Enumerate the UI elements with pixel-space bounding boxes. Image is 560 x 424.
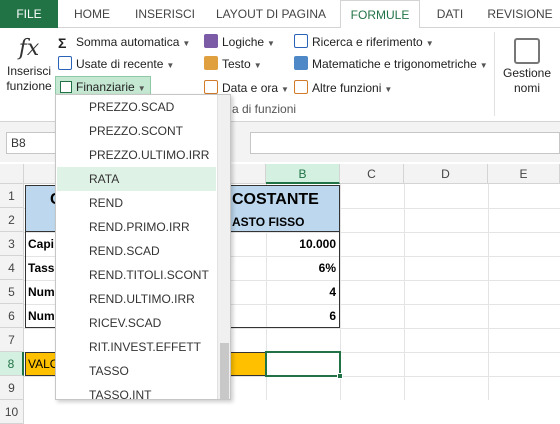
sigma-icon: Σ <box>58 35 67 51</box>
column-header-c[interactable]: C <box>340 164 404 184</box>
lookup-label: Ricerca e riferimento <box>312 35 423 49</box>
tab-page-layout[interactable]: LAYOUT DI PAGINA <box>208 0 334 28</box>
menu-item-rend-ultimo-irr[interactable]: REND.ULTIMO.IRR <box>57 287 216 311</box>
cell-b6[interactable]: 6 <box>268 304 336 328</box>
more-functions-icon <box>294 80 308 94</box>
row-header-7[interactable]: 7 <box>0 328 24 352</box>
menu-item-ricev-scad[interactable]: RICEV.SCAD <box>57 311 216 335</box>
menu-item-rit-invest-effett[interactable]: RIT.INVEST.EFFETT <box>57 335 216 359</box>
menu-item-rend-titoli-scont[interactable]: REND.TITOLI.SCONT <box>57 263 216 287</box>
tab-formulas[interactable]: FORMULE <box>340 0 420 29</box>
function-library-group-label: a di funzioni <box>232 102 297 116</box>
tab-data[interactable]: DATI <box>424 0 476 28</box>
menu-item-prezzo-ultimo-irr[interactable]: PREZZO.ULTIMO.IRR <box>57 143 216 167</box>
autosum-button[interactable]: Σ Somma automatica ▼ <box>58 32 190 52</box>
selected-cell-b8[interactable] <box>265 351 341 377</box>
cell-a4[interactable]: Tass <box>28 256 54 280</box>
math-label: Matematiche e trigonometriche <box>312 57 477 71</box>
menu-item-rata[interactable]: RATA <box>57 167 216 191</box>
row-header-2[interactable]: 2 <box>0 208 24 232</box>
tab-file[interactable]: FILE <box>0 0 58 28</box>
row-header-3[interactable]: 3 <box>0 232 24 256</box>
row-header-1[interactable]: 1 <box>0 184 24 208</box>
insert-function-label-1: Inserisci <box>6 64 51 78</box>
row-header-6[interactable]: 6 <box>0 304 24 328</box>
lookup-icon <box>294 34 308 48</box>
more-functions-button[interactable]: Altre funzioni ▼ <box>294 78 392 98</box>
text-label: Testo <box>222 57 251 71</box>
ribbon-tabs: FILE HOME INSERISCI LAYOUT DI PAGINA FOR… <box>0 0 560 29</box>
chevron-down-icon: ▼ <box>281 85 289 94</box>
column-header-d[interactable]: D <box>404 164 488 184</box>
chevron-down-icon: ▼ <box>425 39 434 48</box>
autosum-label: Somma automatica <box>76 35 180 49</box>
cell-b5[interactable]: 4 <box>268 280 336 304</box>
lookup-button[interactable]: Ricerca e riferimento ▼ <box>294 32 434 52</box>
text-button[interactable]: Testo ▼ <box>204 54 262 74</box>
menu-item-rend-scad[interactable]: REND.SCAD <box>57 239 216 263</box>
cell-b3[interactable]: 10.000 <box>268 232 336 256</box>
financial-button[interactable]: Finanziarie ▼ <box>55 76 151 96</box>
chevron-down-icon: ▼ <box>479 61 488 70</box>
ribbon-divider <box>494 32 495 116</box>
gridline <box>404 184 405 400</box>
cell-b4[interactable]: 6% <box>268 256 336 280</box>
formula-input[interactable] <box>250 132 560 154</box>
name-manager-label-2: nomi <box>513 81 540 95</box>
fx-icon: fx <box>18 36 40 61</box>
row-header-10[interactable]: 10 <box>0 400 24 424</box>
financial-functions-menu: PREZZO.SCAD PREZZO.SCONT PREZZO.ULTIMO.I… <box>55 94 231 400</box>
tab-insert[interactable]: INSERISCI <box>126 0 204 28</box>
column-header-b[interactable]: B <box>266 164 340 184</box>
row-header-4[interactable]: 4 <box>0 256 24 280</box>
row-header-9[interactable]: 9 <box>0 376 24 400</box>
menu-item-rend-primo-irr[interactable]: REND.PRIMO.IRR <box>57 215 216 239</box>
math-button[interactable]: Matematiche e trigonometriche ▼ <box>294 54 488 74</box>
chevron-down-icon: ▼ <box>137 84 146 93</box>
star-icon <box>58 56 72 70</box>
chevron-down-icon: ▼ <box>253 61 262 70</box>
name-manager-icon <box>514 38 540 64</box>
tab-home[interactable]: HOME <box>62 0 122 28</box>
logical-icon <box>204 34 218 48</box>
cell-a6[interactable]: Num <box>28 304 55 328</box>
cell-b1[interactable]: COSTANTE <box>232 188 319 212</box>
more-functions-label: Altre funzioni <box>312 81 382 95</box>
menu-item-tasso-int[interactable]: TASSO.INT <box>57 383 216 399</box>
logical-button[interactable]: Logiche ▼ <box>204 32 275 52</box>
menu-item-prezzo-scad[interactable]: PREZZO.SCAD <box>57 95 216 119</box>
gridline <box>488 184 489 400</box>
insert-function-button[interactable]: fx Inserisci funzione <box>6 34 52 94</box>
cell-a3[interactable]: Capi <box>28 232 54 256</box>
insert-function-label-2: funzione <box>6 79 52 93</box>
text-icon <box>204 56 218 70</box>
math-icon <box>294 56 308 70</box>
financial-icon <box>60 81 72 93</box>
recent-label: Usate di recente <box>76 57 164 71</box>
chevron-down-icon: ▼ <box>166 61 175 70</box>
name-manager-button[interactable]: Gestione nomi <box>497 34 557 96</box>
select-all-corner[interactable] <box>0 164 24 184</box>
fill-handle[interactable] <box>337 373 343 379</box>
chevron-down-icon: ▼ <box>182 39 191 48</box>
menu-scrollbar-thumb[interactable] <box>220 343 229 399</box>
logical-label: Logiche <box>222 35 265 49</box>
row-header-8[interactable]: 8 <box>0 352 24 376</box>
row-header-5[interactable]: 5 <box>0 280 24 304</box>
name-manager-label-1: Gestione <box>502 66 552 80</box>
menu-item-prezzo-scont[interactable]: PREZZO.SCONT <box>57 119 216 143</box>
cell-b2[interactable]: ASTO FISSO <box>232 210 304 234</box>
recent-button[interactable]: Usate di recente ▼ <box>58 54 174 74</box>
menu-item-tasso[interactable]: TASSO <box>57 359 216 383</box>
chevron-down-icon: ▼ <box>267 39 275 48</box>
chevron-down-icon: ▼ <box>384 85 393 94</box>
menu-scrollbar[interactable] <box>217 95 230 399</box>
tab-review[interactable]: REVISIONE <box>480 0 560 28</box>
datetime-label: Data e ora <box>222 81 279 95</box>
column-header-e[interactable]: E <box>488 164 560 184</box>
financial-label: Finanziarie <box>76 80 135 94</box>
calendar-icon <box>204 80 218 94</box>
menu-item-rend[interactable]: REND <box>57 191 216 215</box>
cell-a5[interactable]: Num <box>28 280 55 304</box>
